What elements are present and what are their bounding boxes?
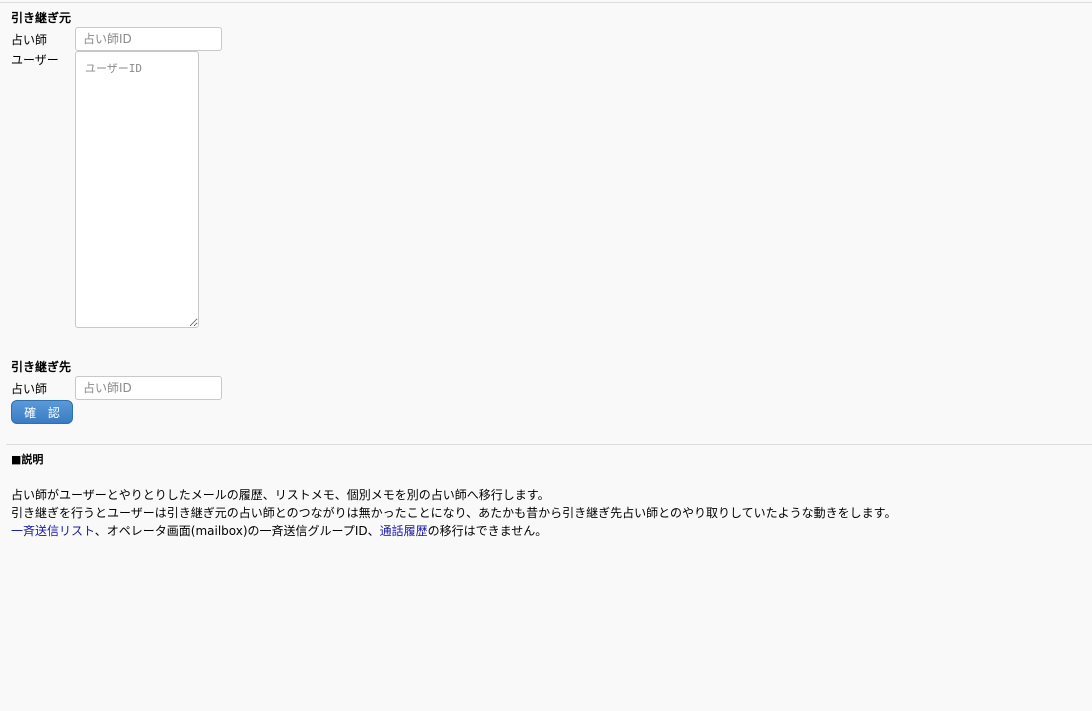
description-line-2: 引き継ぎを行うとユーザーは引き継ぎ元の占い師とのつながりは無かったことになり、あ… [11,506,897,520]
destination-heading: 引き継ぎ先 [11,360,72,374]
destination-fortune-teller-label: 占い師 [11,382,48,396]
source-fortune-teller-label: 占い師 [11,33,48,47]
top-divider [0,2,1092,3]
source-user-label: ユーザー [11,53,59,67]
source-heading: 引き継ぎ元 [11,11,72,25]
source-fortune-teller-input[interactable] [75,27,222,51]
destination-fortune-teller-input[interactable] [75,376,222,400]
description-line-1: 占い師がユーザーとやりとりしたメールの履歴、リストメモ、個別メモを別の占い師へ移… [11,488,550,502]
description-heading: ■説明 [11,453,44,466]
source-user-textarea[interactable] [75,51,199,328]
description-line-3-text-2: の移行はできません。 [427,524,548,538]
section-divider [6,444,1092,445]
call-history-link[interactable]: 通話履歴 [380,524,428,538]
description-line-3: 一斉送信リスト、オペレータ画面(mailbox)の一斉送信グループID、通話履歴… [11,523,547,539]
broadcast-list-link[interactable]: 一斉送信リスト [11,524,95,538]
confirm-button[interactable]: 確 認 [11,400,73,424]
description-line-3-text-1: 、オペレータ画面(mailbox)の一斉送信グループID、 [94,524,380,538]
